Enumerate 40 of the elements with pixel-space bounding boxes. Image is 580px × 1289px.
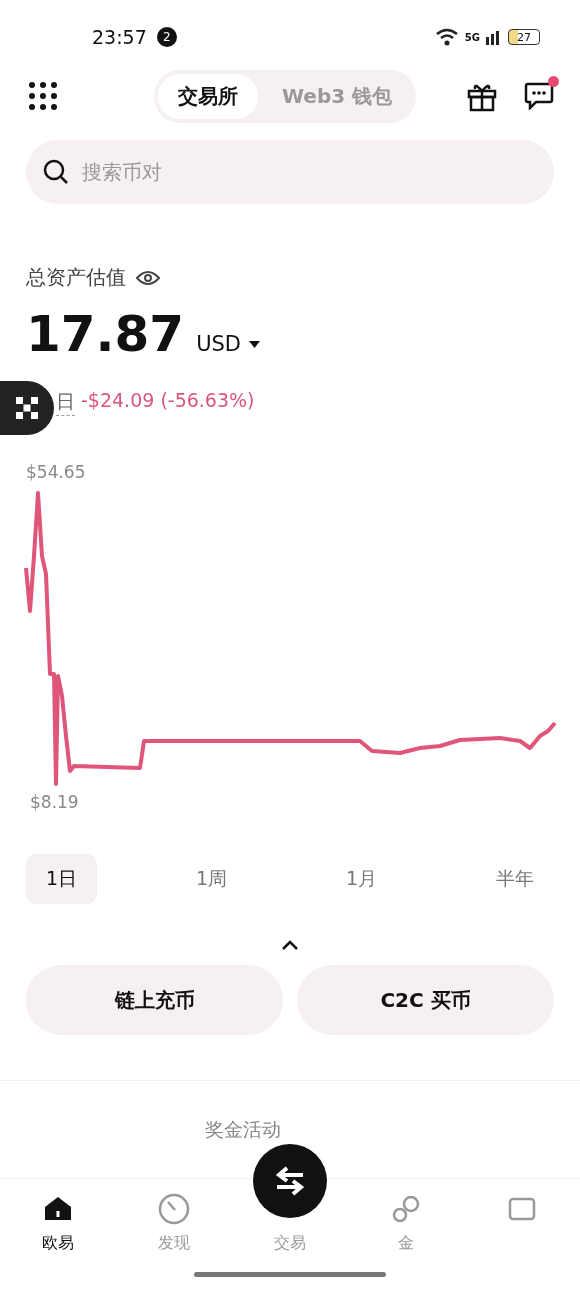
notification-badge: 2 (156, 27, 177, 47)
period-tab[interactable]: 1月 (326, 854, 398, 904)
status-time: 23:57 (92, 26, 147, 48)
compass-icon (158, 1193, 190, 1225)
period-label: 日 (56, 389, 75, 416)
search-field[interactable]: 搜索币对 (26, 140, 554, 204)
network-label: 5G (464, 31, 480, 43)
search-icon (42, 158, 70, 186)
chevron-up-icon[interactable] (281, 940, 299, 951)
period-tab[interactable]: 半年 (476, 854, 554, 904)
bonus-title: 奖金活动 (205, 1118, 281, 1140)
pnl-change: -$24.09 (-56.63%) (81, 389, 255, 413)
period-tab[interactable]: 1周 (176, 854, 248, 904)
nav-tab[interactable]: 欧易 (0, 1193, 116, 1289)
min-label: $8.19 (30, 792, 79, 812)
menu-icon[interactable] (28, 81, 58, 111)
mode-tab[interactable]: Web3 钱包 (262, 73, 413, 119)
mode-tab[interactable]: 交易所 (158, 73, 258, 119)
signal-icon (486, 29, 502, 45)
period-tab[interactable]: 1日 (26, 854, 98, 904)
eye-icon[interactable] (136, 269, 160, 286)
swap-icon (273, 1166, 307, 1196)
nav-tab[interactable]: 金 (348, 1193, 464, 1289)
battery-level: 27 (508, 29, 540, 45)
chat-icon[interactable] (524, 82, 554, 110)
wifi-icon (434, 28, 459, 46)
checker-logo-icon (16, 397, 38, 419)
floating-handle[interactable] (0, 381, 54, 435)
home-icon (44, 1196, 72, 1222)
currency-selector[interactable]: USD (196, 332, 261, 356)
action-button[interactable]: C2C 买币 (297, 965, 554, 1035)
nav-tab[interactable]: 交易 (274, 1233, 306, 1254)
assets-label: 总资产估值 (26, 264, 126, 291)
nav-tab[interactable]: 发现 (116, 1193, 232, 1289)
coins-icon (391, 1194, 421, 1224)
max-label: $54.65 (26, 462, 86, 482)
caret-icon (249, 340, 261, 348)
search-input[interactable]: 搜索币对 (80, 159, 538, 185)
action-button[interactable]: 链上充币 (26, 965, 283, 1035)
total-amount: 17.87 (26, 305, 185, 363)
